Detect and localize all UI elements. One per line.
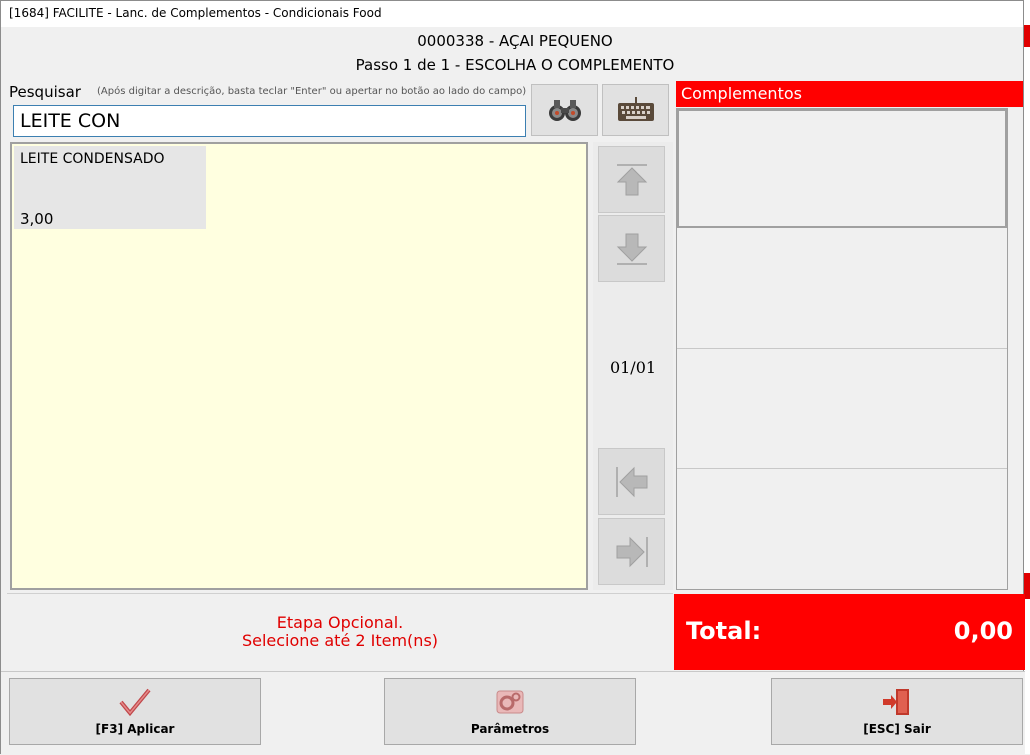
keyboard-button[interactable] [602,84,669,136]
window-title: [1684] FACILITE - Lanc. de Complementos … [9,6,382,20]
complement-list: LEITE CONDENSADO 3,00 [10,142,588,590]
background-red-bar [1024,25,1030,47]
complement-dialog: [1684] FACILITE - Lanc. de Complementos … [0,0,1025,755]
item-price: 3,00 [20,210,54,228]
item-name: LEITE CONDENSADO [20,151,165,167]
search-hint: (Após digitar a descrição, basta teclar … [97,86,527,97]
selected-complements-panel [676,108,1008,590]
keyboard-icon [617,97,654,121]
complement-slot[interactable] [677,349,1007,469]
total-label: Total: [686,617,762,645]
total-value: 0,00 [953,617,1013,645]
arrow-down-icon [616,233,647,265]
checkmark-icon [119,688,151,717]
message-line-2: Selecione até 2 Item(ns) [241,631,439,650]
previous-page-button[interactable] [598,448,665,515]
parameters-label: Parâmetros [470,722,550,736]
page-indicator: 01/01 [609,358,657,377]
search-button[interactable] [531,84,598,136]
gears-icon [496,690,524,714]
message-line-1: Etapa Opcional. [276,613,404,632]
search-label: Pesquisar [9,83,81,101]
step-message: Etapa Opcional. Selecione até 2 Item(ns) [7,593,673,671]
complement-slot[interactable] [677,229,1007,349]
scroll-up-button[interactable] [598,146,665,213]
complement-slot[interactable] [677,469,1007,589]
exit-label: [ESC] Sair [863,722,931,736]
dialog-header: 0000338 - AÇAI PEQUENO Passo 1 de 1 - ES… [7,28,1023,77]
title-bar[interactable]: [1684] FACILITE - Lanc. de Complementos … [1,1,1023,27]
scroll-down-button[interactable] [598,215,665,282]
arrow-right-icon [616,536,648,567]
complements-scrollbar[interactable] [1008,108,1023,590]
binoculars-icon [548,100,581,121]
arrow-left-icon [615,466,647,497]
apply-button[interactable]: [F3] Aplicar [9,678,261,745]
step-label: Passo 1 de 1 - ESCOLHA O COMPLEMENTO [355,56,675,74]
product-name: 0000338 - AÇAI PEQUENO [417,32,613,50]
dialog-footer: [F3] Aplicar Parâmetros [ESC] Sair [1,671,1025,755]
apply-label: [F3] Aplicar [95,722,175,736]
search-input[interactable] [13,105,526,137]
complements-header: Complementos [676,81,1023,107]
complement-item[interactable]: LEITE CONDENSADO 3,00 [14,146,206,229]
exit-door-icon [883,689,909,715]
arrow-up-icon [616,163,647,195]
complement-slot[interactable] [677,109,1007,228]
parameters-button[interactable]: Parâmetros [384,678,636,745]
next-page-button[interactable] [598,518,665,585]
total-box: Total: 0,00 [674,594,1025,670]
exit-button[interactable]: [ESC] Sair [771,678,1023,745]
